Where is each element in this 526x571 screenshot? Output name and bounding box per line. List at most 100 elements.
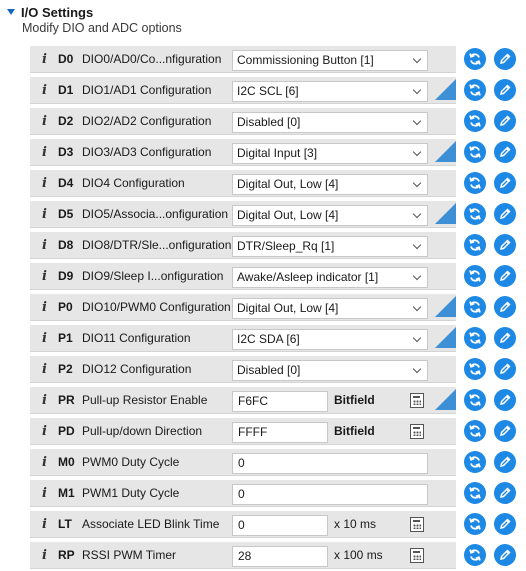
write-button[interactable]: [494, 513, 516, 535]
info-icon[interactable]: i: [36, 454, 53, 471]
read-button[interactable]: [464, 203, 486, 225]
setting-select[interactable]: Disabled [0]: [232, 112, 428, 133]
setting-select[interactable]: Digital Out, Low [4]: [232, 174, 428, 195]
changed-marker-icon: [435, 296, 456, 317]
read-button[interactable]: [464, 389, 486, 411]
setting-input[interactable]: F6FC: [232, 391, 328, 412]
setting-select[interactable]: Commissioning Button [1]: [232, 50, 428, 71]
chevron-down-icon[interactable]: [412, 116, 422, 126]
setting-row-d8: i D8 DIO8/DTR/Sle...onfiguration DTR/Sle…: [30, 230, 526, 261]
read-button[interactable]: [464, 296, 486, 318]
calculator-icon[interactable]: [410, 424, 424, 439]
setting-input[interactable]: 0: [232, 515, 328, 536]
calculator-icon[interactable]: [410, 393, 424, 408]
setting-select[interactable]: Digital Out, Low [4]: [232, 205, 428, 226]
write-button[interactable]: [494, 141, 516, 163]
calculator-icon[interactable]: [410, 517, 424, 532]
write-button[interactable]: [494, 234, 516, 256]
setting-label: DIO0/AD0/Co...nfiguration: [82, 52, 222, 66]
setting-select[interactable]: Digital Out, Low [4]: [232, 298, 428, 319]
info-icon[interactable]: i: [36, 206, 53, 223]
info-icon[interactable]: i: [36, 423, 53, 440]
setting-select[interactable]: I2C SCL [6]: [232, 81, 428, 102]
setting-label: DIO2/AD2 Configuration: [82, 114, 212, 128]
setting-select[interactable]: I2C SDA [6]: [232, 329, 428, 350]
read-button[interactable]: [464, 451, 486, 473]
setting-select[interactable]: DTR/Sleep_Rq [1]: [232, 236, 428, 257]
info-icon[interactable]: i: [36, 299, 53, 316]
refresh-icon: [468, 176, 482, 190]
info-icon[interactable]: i: [36, 547, 53, 564]
setting-label: PWM0 Duty Cycle: [82, 455, 180, 469]
write-button[interactable]: [494, 451, 516, 473]
write-button[interactable]: [494, 265, 516, 287]
write-button[interactable]: [494, 327, 516, 349]
info-icon[interactable]: i: [36, 361, 53, 378]
write-button[interactable]: [494, 296, 516, 318]
setting-input[interactable]: 0: [232, 453, 428, 474]
setting-input[interactable]: 28: [232, 546, 328, 567]
write-button[interactable]: [494, 482, 516, 504]
read-button[interactable]: [464, 141, 486, 163]
read-button[interactable]: [464, 234, 486, 256]
info-icon[interactable]: i: [36, 144, 53, 161]
setting-panel: i P2 DIO12 Configuration Disabled [0]: [30, 356, 456, 383]
collapse-caret-icon[interactable]: [7, 9, 15, 15]
chevron-down-icon[interactable]: [412, 333, 422, 343]
section-title: I/O Settings: [21, 4, 94, 20]
write-button[interactable]: [494, 544, 516, 566]
setting-row-d1: i D1 DIO1/AD1 Configuration I2C SCL [6]: [30, 75, 526, 106]
section-header[interactable]: I/O Settings: [6, 4, 93, 20]
read-button[interactable]: [464, 110, 486, 132]
select-value: Disabled [0]: [237, 363, 301, 377]
setting-input[interactable]: 0: [232, 484, 428, 505]
info-icon[interactable]: i: [36, 175, 53, 192]
chevron-down-icon[interactable]: [412, 178, 422, 188]
chevron-down-icon[interactable]: [412, 209, 422, 219]
info-icon[interactable]: i: [36, 113, 53, 130]
write-button[interactable]: [494, 48, 516, 70]
read-button[interactable]: [464, 482, 486, 504]
refresh-icon: [468, 269, 482, 283]
chevron-down-icon[interactable]: [412, 364, 422, 374]
calculator-icon[interactable]: [410, 548, 424, 563]
pencil-icon: [498, 517, 512, 531]
read-button[interactable]: [464, 265, 486, 287]
info-icon[interactable]: i: [36, 51, 53, 68]
write-button[interactable]: [494, 389, 516, 411]
chevron-down-icon[interactable]: [412, 85, 422, 95]
read-button[interactable]: [464, 420, 486, 442]
unit-label: x 10 ms: [334, 517, 377, 531]
info-icon[interactable]: i: [36, 82, 53, 99]
setting-select[interactable]: Digital Input [3]: [232, 143, 428, 164]
chevron-down-icon[interactable]: [412, 271, 422, 281]
info-icon[interactable]: i: [36, 392, 53, 409]
setting-row-m0: i M0 PWM0 Duty Cycle 0: [30, 447, 526, 478]
setting-select[interactable]: Disabled [0]: [232, 360, 428, 381]
write-button[interactable]: [494, 420, 516, 442]
write-button[interactable]: [494, 172, 516, 194]
chevron-down-icon[interactable]: [412, 147, 422, 157]
info-icon[interactable]: i: [36, 237, 53, 254]
read-button[interactable]: [464, 79, 486, 101]
read-button[interactable]: [464, 358, 486, 380]
chevron-down-icon[interactable]: [412, 54, 422, 64]
write-button[interactable]: [494, 110, 516, 132]
info-icon[interactable]: i: [36, 330, 53, 347]
setting-select[interactable]: Awake/Asleep indicator [1]: [232, 267, 428, 288]
read-button[interactable]: [464, 513, 486, 535]
pencil-icon: [498, 52, 512, 66]
read-button[interactable]: [464, 48, 486, 70]
info-icon[interactable]: i: [36, 485, 53, 502]
chevron-down-icon[interactable]: [412, 240, 422, 250]
setting-input[interactable]: FFFF: [232, 422, 328, 443]
info-icon[interactable]: i: [36, 516, 53, 533]
chevron-down-icon[interactable]: [412, 302, 422, 312]
read-button[interactable]: [464, 544, 486, 566]
info-icon[interactable]: i: [36, 268, 53, 285]
write-button[interactable]: [494, 358, 516, 380]
read-button[interactable]: [464, 172, 486, 194]
write-button[interactable]: [494, 79, 516, 101]
read-button[interactable]: [464, 327, 486, 349]
write-button[interactable]: [494, 203, 516, 225]
